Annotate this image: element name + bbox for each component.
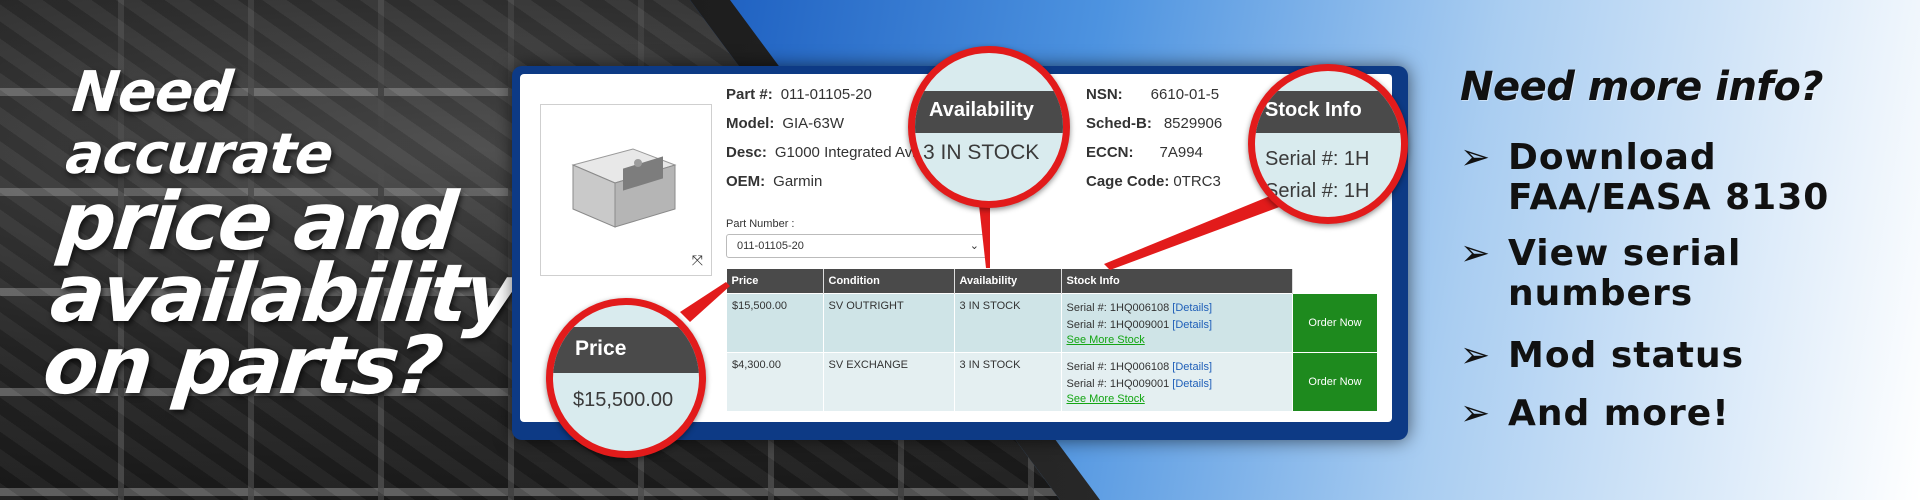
list-item-line-2: FAA/EASA 8130: [1508, 177, 1830, 218]
list-item-line-1: And more!: [1508, 393, 1730, 434]
list-item: ➢ And more!: [1460, 394, 1730, 434]
magnifier-stock-body: Serial #: 1H Serial #: 1H: [1255, 143, 1401, 207]
arrow-bullet-icon: ➢: [1460, 233, 1491, 274]
arrow-bullet-icon: ➢: [1460, 137, 1491, 178]
price-magnifier: Price $15,500.00: [546, 298, 706, 458]
stock-pointer: [1104, 196, 1282, 270]
magnifier-availability-head: Availability: [915, 91, 1063, 133]
magnifier-stock-line-1: Serial #: 1H: [1265, 148, 1370, 170]
list-item-line-1: Mod status: [1508, 335, 1745, 376]
list-item: ➢ Download FAA/EASA 8130: [1460, 138, 1829, 218]
availability-magnifier: Availability 3 IN STOCK: [908, 46, 1070, 208]
arrow-bullet-icon: ➢: [1460, 335, 1491, 376]
list-item: ➢ Mod status: [1460, 336, 1744, 376]
list-item-line-1: View serial: [1508, 233, 1742, 274]
arrow-bullet-icon: ➢: [1460, 393, 1491, 434]
magnifier-stock-line-2: Serial #: 1H: [1265, 180, 1370, 202]
price-pointer: [680, 282, 730, 322]
right-title: Need more info?: [1460, 64, 1824, 110]
magnifier-availability-body: 3 IN STOCK: [923, 141, 1040, 164]
list-item: ➢ View serial numbers: [1460, 234, 1741, 314]
stock-info-magnifier: Stock Info Serial #: 1H Serial #: 1H: [1248, 64, 1408, 224]
magnifier-price-body: $15,500.00: [573, 389, 674, 411]
list-item-line-1: Download: [1508, 137, 1717, 178]
magnifier-stock-head: Stock Info: [1255, 91, 1401, 133]
magnifier-price-head: Price: [553, 327, 699, 373]
list-item-line-2: numbers: [1508, 273, 1694, 314]
